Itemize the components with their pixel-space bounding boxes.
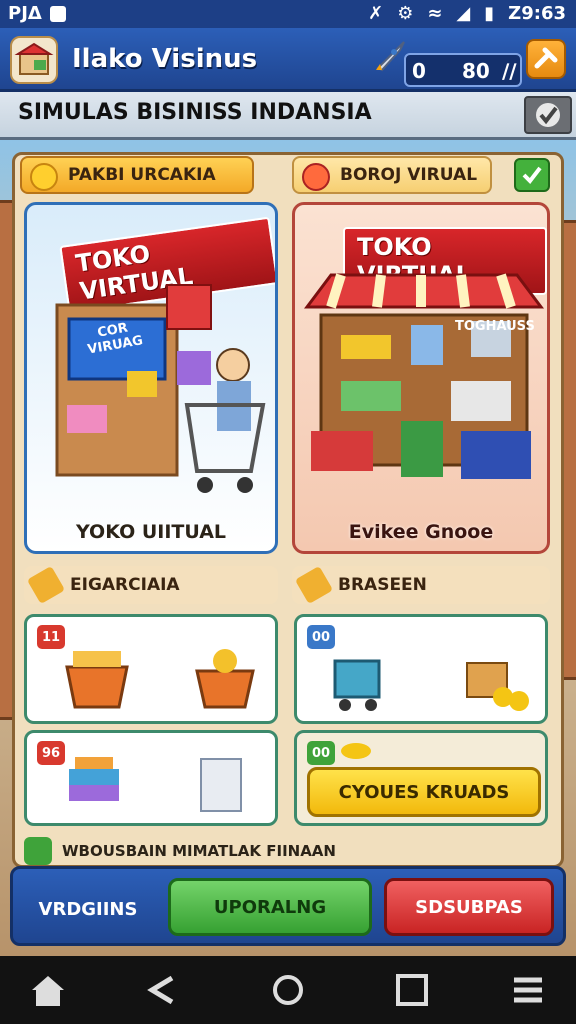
tip-text: WBOUSBAIN MIMATLAK FIINAAN <box>62 842 336 860</box>
tip-bar: WBOUSBAIN MIMATLAK FIINAAN <box>24 834 554 868</box>
banner-title: SIMULAS BISINISS INDANSIA <box>18 100 372 125</box>
bluetooth-icon: ✗ <box>368 3 384 24</box>
right-panel-caption: Evikee Gnooe <box>348 521 494 543</box>
counter-mid: 80 <box>462 59 490 83</box>
confirm-check-button[interactable] <box>514 158 550 192</box>
banner-check-button[interactable] <box>524 96 572 134</box>
left-card-1[interactable]: 11 <box>24 614 278 724</box>
virtual-store-illustration <box>55 284 266 493</box>
back-icon[interactable] <box>142 972 182 1008</box>
system-nav-bar <box>0 956 576 1024</box>
blue-action-button[interactable]: VRDGIINS <box>22 880 154 938</box>
no-entry-icon <box>302 163 330 191</box>
price-tag-icon <box>26 565 66 605</box>
top-bar: Ilako Visinus 0 80 ∕∕ <box>0 28 576 92</box>
currency-counter: 0 80 ∕∕ <box>404 53 522 87</box>
rocket-icon[interactable] <box>370 38 408 76</box>
hammer-menu-button[interactable] <box>526 39 566 79</box>
advisor-icon <box>24 837 52 865</box>
right-panel-sign: TOGHAUSS <box>455 319 535 334</box>
baskets-icon <box>65 649 255 709</box>
cart-and-coins-icon <box>333 659 529 711</box>
left-store-panel[interactable]: TOKO VIRTUAL COR VIRUAG YOKO UIITUAL <box>24 202 278 554</box>
left-card-2[interactable]: 96 <box>24 730 278 826</box>
green-action-button[interactable]: UPORALNG <box>168 878 372 936</box>
right-sub-label[interactable]: BRASEEN <box>292 565 550 605</box>
status-left-text: PJΔ <box>8 3 42 24</box>
left-section-label-text: PAKBI URCAKIA <box>68 165 216 185</box>
settings-icon: ⚙ <box>397 3 414 24</box>
notification-icon <box>49 5 66 22</box>
left-section-label[interactable]: PAKBI URCAKIA <box>20 156 254 194</box>
red-action-button[interactable]: SDSUBPAS <box>384 878 554 936</box>
recents-circle-icon[interactable] <box>268 972 308 1008</box>
right-section-label-text: BOROJ VIRUAL <box>340 165 478 185</box>
status-bar: PJΔ ✗ ⚙ ≈ ◢ ▮ Z9:63 <box>0 0 576 28</box>
shop-logo-icon <box>10 36 58 84</box>
home-icon[interactable] <box>28 972 68 1008</box>
clock: Z9:63 <box>508 3 566 24</box>
right-sub-label-text: BRASEEN <box>338 575 427 595</box>
left-panel-caption: YOKO UIITUAL <box>75 521 227 543</box>
right-card-2[interactable]: 00 CYOUES KRUADS <box>294 730 548 826</box>
goods-icon <box>69 757 242 812</box>
coin-icon <box>341 743 371 759</box>
left-sub-label[interactable]: EIGARCIAIA <box>24 565 278 605</box>
menu-icon[interactable] <box>508 972 548 1008</box>
overview-icon[interactable] <box>392 972 432 1008</box>
counter-right: ∕∕ <box>502 59 517 83</box>
signal-icon: ◢ <box>456 3 471 24</box>
title-banner: SIMULAS BISINISS INDANSIA <box>0 92 576 140</box>
right-card-1[interactable]: 00 <box>294 614 548 724</box>
card-badge: 00 <box>307 741 335 765</box>
right-store-panel[interactable]: TOKO VIRTUAL TOGHAUSS Evikee Gnooe <box>292 202 550 554</box>
market-stall-illustration <box>304 273 544 479</box>
yellow-action-button[interactable]: CYOUES KRUADS <box>307 767 541 817</box>
left-sub-label-text: EIGARCIAIA <box>70 575 180 595</box>
price-tag-icon <box>294 565 334 605</box>
counter-left: 0 <box>412 59 426 83</box>
right-section-label[interactable]: BOROJ VIRUAL <box>292 156 492 194</box>
star-icon <box>30 163 58 191</box>
battery-icon: ▮ <box>484 3 495 24</box>
wifi-icon: ≈ <box>427 3 443 24</box>
app-title: Ilako Visinus <box>72 44 258 74</box>
